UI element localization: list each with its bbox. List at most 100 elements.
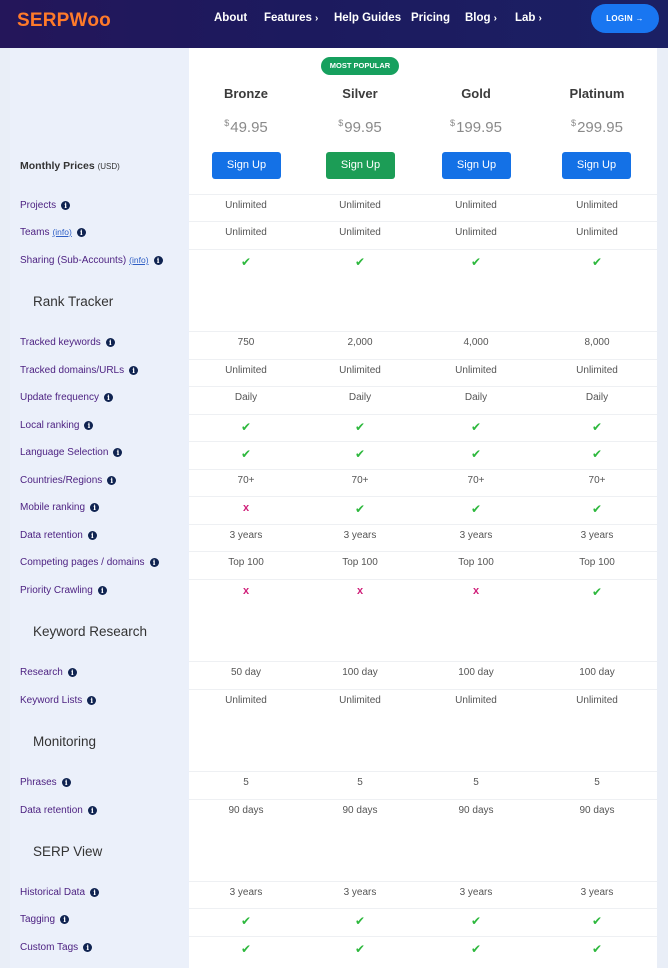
feature-value-cell: ✔ [418,447,534,461]
plan-price-gold: $199.95 [418,118,534,136]
info-icon[interactable]: i [107,476,117,485]
feature-value-cell: Daily [539,392,655,403]
cross-icon: x [356,585,364,597]
plan-name-bronze: Bronze [223,86,269,101]
check-icon: ✔ [470,942,482,956]
info-icon[interactable]: i [153,256,163,265]
feature-value-cell: Unlimited [302,365,418,376]
check-icon: ✔ [591,914,603,928]
feature-label: Local ranking i [20,420,94,431]
nav-item-lab[interactable]: Lab › [515,12,542,24]
cross-icon: x [242,585,250,597]
feature-value-cell: x [188,502,304,514]
price-value: 49.95 [230,119,268,136]
check-icon: ✔ [240,255,252,269]
feature-value: Unlimited [455,695,497,706]
info-icon[interactable]: i [90,888,100,897]
feature-value: 90 days [579,805,615,816]
signup-button-platinum[interactable]: Sign Up [562,152,631,179]
row-divider [189,331,657,332]
nav-item-help-guides[interactable]: Help Guides [334,12,401,24]
feature-value-cell: 4,000 [418,337,534,348]
info-icon[interactable]: i [83,943,93,952]
feature-value-cell: 2,000 [302,337,418,348]
feature-value: Unlimited [576,200,618,211]
signup-button-silver[interactable]: Sign Up [326,152,395,179]
feature-value: 70+ [351,475,369,486]
check-icon: ✔ [591,585,603,599]
info-link[interactable]: (info) [52,227,71,237]
feature-value-cell: ✔ [302,914,418,928]
feature-value: 5 [357,777,363,788]
logo[interactable]: SERPWoo [17,10,111,32]
nav-item-about[interactable]: About [214,12,247,24]
feature-label: Historical Data i [20,887,100,898]
info-icon[interactable]: i [103,393,113,402]
feature-value-cell: ✔ [418,502,534,516]
feature-label-text: Custom Tags [20,942,79,953]
feature-label-text: Language Selection [20,447,109,458]
nav-label: Pricing [411,12,450,24]
feature-label-text: Countries/Regions [20,475,103,486]
info-icon[interactable]: i [67,668,77,677]
feature-label-text: Teams [20,227,50,238]
info-icon[interactable]: i [90,503,100,512]
feature-value: 3 years [343,887,377,898]
info-icon[interactable]: i [84,421,94,430]
check-icon: ✔ [470,255,482,269]
feature-value-cell: Unlimited [188,365,304,376]
info-icon[interactable]: i [105,338,115,347]
feature-value: Daily [585,392,609,403]
feature-value: Unlimited [225,227,267,238]
feature-value: 100 day [458,667,494,678]
info-link[interactable]: (info) [129,255,148,265]
feature-label-text: Research [20,667,63,678]
feature-label-text: Projects [20,200,57,211]
feature-value: Unlimited [455,200,497,211]
info-icon[interactable]: i [87,806,97,815]
chevron-right-icon: › [493,13,497,24]
info-icon[interactable]: i [97,586,107,595]
nav-item-features[interactable]: Features › [264,12,318,24]
info-icon[interactable]: i [87,696,97,705]
signup-button-bronze[interactable]: Sign Up [212,152,281,179]
feature-value-cell: ✔ [188,255,304,269]
feature-label: Update frequency i [20,392,113,403]
feature-value: 70+ [588,475,606,486]
feature-value-cell: Top 100 [418,557,534,568]
feature-label: Mobile ranking i [20,502,100,513]
feature-value: 8,000 [584,337,610,348]
nav-item-blog[interactable]: Blog › [465,12,497,24]
feature-label: Tracked domains/URLs i [20,365,139,376]
feature-value: Top 100 [228,557,264,568]
signup-button-gold[interactable]: Sign Up [442,152,511,179]
feature-value-cell: 100 day [418,667,534,678]
login-button[interactable]: LOGIN → [591,4,659,33]
info-icon[interactable]: i [76,228,86,237]
feature-value: Unlimited [576,227,618,238]
monthly-text: Monthly Prices [20,160,95,172]
info-icon[interactable]: i [87,531,97,540]
feature-value-cell: 70+ [188,475,304,486]
feature-value: Unlimited [339,227,381,238]
nav-item-pricing[interactable]: Pricing [411,12,450,24]
feature-value: 5 [594,777,600,788]
plan-name-gold: Gold [461,86,491,101]
feature-value-cell: 3 years [418,530,534,541]
feature-label: Competing pages / domains i [20,557,159,568]
info-icon[interactable]: i [61,201,71,210]
feature-value-cell: Unlimited [188,227,304,238]
plan-price-bronze: $49.95 [188,118,304,136]
info-icon[interactable]: i [113,448,123,457]
row-divider [189,221,657,222]
info-icon[interactable]: i [61,778,71,787]
price-value: 99.95 [344,119,382,136]
feature-label-text: Update frequency [20,392,99,403]
feature-value-cell: Daily [188,392,304,403]
info-icon[interactable]: i [129,366,139,375]
info-icon[interactable]: i [149,558,159,567]
section-heading: SERP View [33,844,103,859]
feature-value-cell: ✔ [418,255,534,269]
monthly-prices-label: Monthly Prices (USD) [20,160,120,172]
info-icon[interactable]: i [60,915,70,924]
